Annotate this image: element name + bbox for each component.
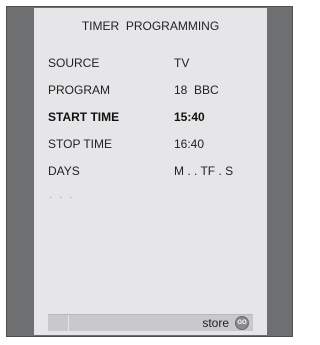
store-bar[interactable]: store GO [48, 314, 253, 331]
menu-row-stop-time[interactable]: STOP TIME 16:40 [48, 137, 258, 153]
row-value: M . . TF . S [174, 164, 234, 178]
menu-row-source[interactable]: SOURCE TV [48, 56, 258, 72]
menu-row-start-time[interactable]: START TIME 15:40 [48, 110, 258, 126]
row-label: DAYS [48, 164, 80, 178]
row-value: 18 BBC [174, 83, 219, 97]
menu-row-program[interactable]: PROGRAM 18 BBC [48, 83, 258, 99]
tv-frame: TIMER PROGRAMMING SOURCE TV PROGRAM 18 B… [6, 6, 293, 337]
menu-title: TIMER PROGRAMMING [81, 19, 220, 33]
bar-divider [68, 315, 69, 331]
row-label: PROGRAM [48, 83, 111, 97]
row-value: 15:40 [174, 110, 205, 124]
row-label: STOP TIME [48, 137, 113, 151]
row-value: TV [174, 56, 190, 70]
more-items-indicator: · · · [49, 192, 75, 203]
row-label: SOURCE [48, 56, 100, 70]
row-label: START TIME [48, 110, 120, 124]
go-button-icon[interactable]: GO [235, 316, 249, 330]
menu-screen: TIMER PROGRAMMING SOURCE TV PROGRAM 18 B… [34, 8, 267, 335]
menu-row-days[interactable]: DAYS M . . TF . S [48, 164, 258, 180]
store-label: store [202, 316, 229, 330]
row-value: 16:40 [174, 137, 205, 151]
